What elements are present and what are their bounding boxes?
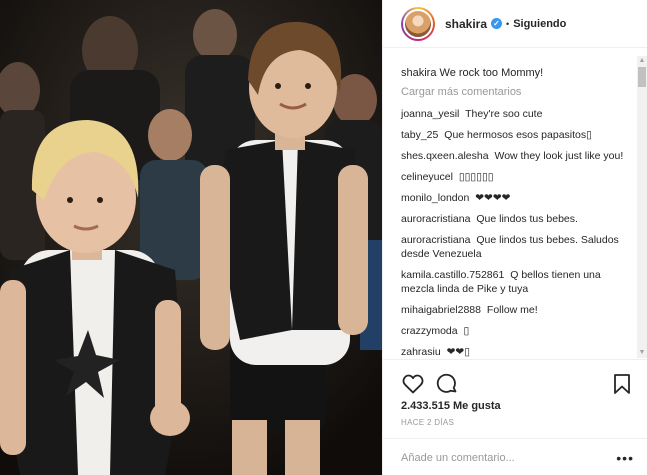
post-header: shakira ✓ • Siguiendo <box>383 0 647 48</box>
avatar-image <box>403 8 433 39</box>
comment-item: shes.qxeen.alesha Wow they look just lik… <box>401 149 628 163</box>
scroll-down-arrow-icon[interactable]: ▼ <box>637 348 647 358</box>
comment-text: Follow me! <box>486 304 538 316</box>
add-comment-bar: ••• <box>383 438 647 475</box>
comment-username[interactable]: mihaigabriel2888 <box>401 304 481 316</box>
comment-text: ▯ <box>463 325 470 337</box>
likes-count[interactable]: 2.433.515 Me gusta <box>383 400 647 412</box>
header-separator: • <box>506 18 510 29</box>
post-actions: 2.433.515 Me gusta HACE 2 DÍAS ••• <box>383 359 647 475</box>
scroll-up-arrow-icon[interactable]: ▲ <box>637 56 647 66</box>
scrollbar-thumb[interactable] <box>638 67 646 87</box>
comment-username[interactable]: kamila.castillo.752861 <box>401 269 504 281</box>
comment-username[interactable]: shes.qxeen.alesha <box>401 150 489 162</box>
comment-username[interactable]: celineyucel <box>401 171 453 183</box>
comment-text: ❤❤❤❤ <box>475 192 511 204</box>
comment-username[interactable]: auroracristiana <box>401 213 470 225</box>
comment-item: joanna_yesil They're soo cute <box>401 107 628 121</box>
comment-item: taby_25 Que hermosos esos papasitos▯ <box>401 128 628 142</box>
post-photo[interactable] <box>0 0 382 475</box>
comment-text: Wow they look just like you! <box>494 150 624 162</box>
comment-username[interactable]: taby_25 <box>401 129 438 141</box>
comment-icon[interactable] <box>435 372 459 396</box>
caption-username[interactable]: shakira <box>401 67 436 79</box>
comment-text: Que hermosos esos papasitos▯ <box>444 129 592 141</box>
comment-username[interactable]: auroracristiana <box>401 234 470 246</box>
comment-text: Que lindos tus bebes. <box>476 213 578 225</box>
load-more-comments-link[interactable]: Cargar más comentarios <box>401 86 628 98</box>
comment-item: crazzymoda ▯ <box>401 324 628 338</box>
heart-icon[interactable] <box>401 372 425 396</box>
comment-item: monilo_london ❤❤❤❤ <box>401 191 628 205</box>
post-side-panel: shakira ✓ • Siguiendo shakira We rock to… <box>382 0 647 475</box>
comments-list[interactable]: shakira We rock too Mommy! Cargar más co… <box>383 48 647 359</box>
post-timestamp[interactable]: HACE 2 DÍAS <box>383 418 647 427</box>
comment-username[interactable]: monilo_london <box>401 192 469 204</box>
comment-username[interactable]: crazzymoda <box>401 325 458 337</box>
comments-scrollbar[interactable]: ▲ ▼ <box>637 56 647 358</box>
comment-text: ▯▯▯▯▯▯ <box>458 171 494 183</box>
more-options-icon[interactable]: ••• <box>616 450 634 466</box>
action-icons-row <box>383 360 647 398</box>
comment-item: auroracristiana Que lindos tus bebes. Sa… <box>401 233 628 261</box>
verified-badge-icon: ✓ <box>491 18 503 29</box>
comment-username[interactable]: joanna_yesil <box>401 108 459 120</box>
bookmark-icon[interactable] <box>610 372 634 396</box>
comment-item: kamila.castillo.752861 Q bellos tienen u… <box>401 268 628 296</box>
comment-text: ❤❤▯ <box>446 346 470 358</box>
header-username[interactable]: shakira <box>445 17 487 31</box>
photo-illustration <box>0 0 382 475</box>
post-caption: shakira We rock too Mommy! <box>401 66 628 81</box>
comment-item: celineyucel ▯▯▯▯▯▯ <box>401 170 628 184</box>
add-comment-input[interactable] <box>401 451 617 464</box>
avatar[interactable] <box>401 6 435 41</box>
comment-item: auroracristiana Que lindos tus bebes. <box>401 212 628 226</box>
comment-item: mihaigabriel2888 Follow me! <box>401 303 628 317</box>
caption-text: We rock too Mommy! <box>439 67 544 79</box>
following-button[interactable]: Siguiendo <box>513 18 566 30</box>
comment-text: They're soo cute <box>465 108 543 120</box>
comment-username[interactable]: zahrasiu <box>401 346 441 358</box>
comment-item: zahrasiu ❤❤▯ <box>401 345 628 359</box>
instagram-post: shakira ✓ • Siguiendo shakira We rock to… <box>0 0 647 475</box>
